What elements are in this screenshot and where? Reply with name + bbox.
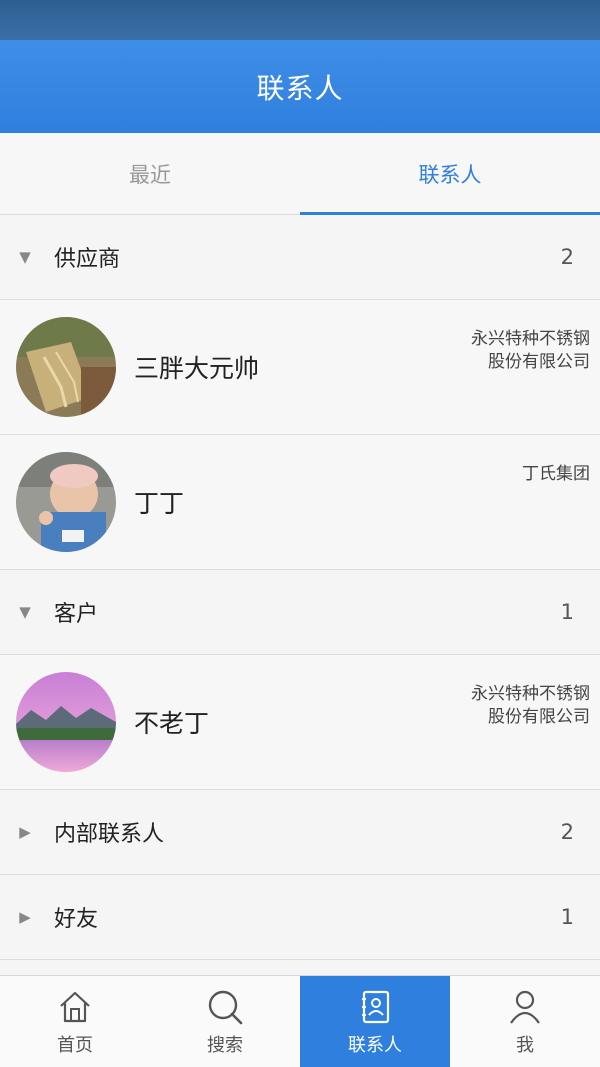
home-icon [60,991,90,1022]
triangle-down-icon: ▼ [19,248,31,266]
nav-search[interactable]: 搜索 [150,976,300,1067]
contact-item[interactable]: 丁丁 丁氏集团 [0,435,600,570]
contact-company: 永兴特种不锈钢 股份有限公司 [471,684,590,727]
group-label: 供应商 [54,247,121,272]
group-count: 1 [560,600,574,624]
avatar [16,317,116,417]
page-title: 联系人 [256,71,344,105]
contact-item[interactable]: 三胖大元帅 永兴特种不锈钢 股份有限公司 [0,300,600,435]
bottom-nav: 首页 搜索 联系人 我 [0,975,600,1067]
group-label: 内部联系人 [54,822,165,847]
nav-label: 我 [516,1034,534,1056]
nav-label: 联系人 [348,1034,402,1056]
group-header-customers[interactable]: ▼ 客户 1 [0,570,600,655]
nav-home[interactable]: 首页 [0,976,150,1067]
contact-item[interactable]: 不老丁 永兴特种不锈钢 股份有限公司 [0,655,600,790]
triangle-right-icon: ▶ [19,823,31,841]
group-count: 2 [560,820,574,844]
status-bar [0,0,600,40]
group-count: 1 [560,905,574,929]
contact-name: 三胖大元帅 [134,354,260,383]
tab-recent[interactable]: 最近 [0,133,300,214]
nav-me[interactable]: 我 [450,976,600,1067]
avatar [16,452,116,552]
tab-contacts[interactable]: 联系人 [300,133,600,215]
contact-name: 不老丁 [134,709,210,738]
contact-list: ▼ 供应商 2 三胖大元帅 永兴特种不锈钢 股份有限公司 丁丁 丁氏集团 ▼ 客… [0,215,600,960]
group-label: 好友 [54,907,99,932]
group-label: 客户 [54,602,99,627]
app-header: 联系人 [0,40,600,133]
contact-company: 永兴特种不锈钢 股份有限公司 [471,329,590,372]
person-icon [510,990,540,1024]
group-header-friends[interactable]: ▶ 好友 1 [0,875,600,960]
group-header-suppliers[interactable]: ▼ 供应商 2 [0,215,600,300]
nav-label: 首页 [57,1034,93,1056]
avatar [16,672,116,772]
search-icon [208,990,243,1024]
group-header-internal[interactable]: ▶ 内部联系人 2 [0,790,600,875]
group-count: 2 [560,245,574,269]
triangle-right-icon: ▶ [19,908,31,926]
contact-company: 丁氏集团 [522,464,590,484]
contact-name: 丁丁 [134,489,185,518]
nav-contacts[interactable]: 联系人 [300,976,450,1067]
contacts-book-icon [362,990,390,1023]
triangle-down-icon: ▼ [19,603,31,621]
nav-label: 搜索 [207,1034,243,1056]
tab-bar: 最近 联系人 [0,133,600,215]
